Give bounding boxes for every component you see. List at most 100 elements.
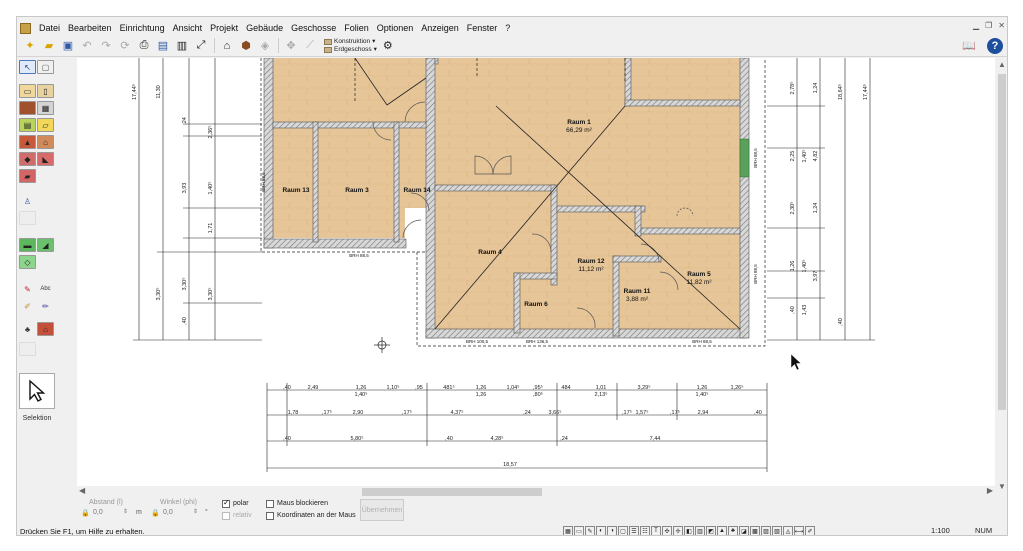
window-icon[interactable]: ▢ [618,526,628,535]
maus-blockieren-checkbox[interactable] [266,500,274,508]
horizontal-scrollbar[interactable]: ◀ ▶ [77,486,995,498]
snap-icon[interactable]: ✣ [662,526,672,535]
render-icon[interactable]: ◈ [256,37,274,54]
grid-icon[interactable]: ▦ [563,526,573,535]
koordinaten-checkbox[interactable] [266,512,274,520]
app-icon[interactable] [20,22,31,34]
undo-icon[interactable]: ↶ [78,37,96,54]
close-icon[interactable]: ✕ [998,21,1005,30]
horizontal-scroll-thumb[interactable] [362,488,542,496]
minimize-icon[interactable]: ▁ [973,21,979,30]
toggle-icon[interactable]: ◑ [607,526,617,535]
stairs-tool-icon[interactable]: ▤ [19,118,36,132]
chimney-tool-icon[interactable]: ▰ [19,169,36,183]
scroll-right-icon[interactable]: ▶ [987,486,993,495]
menu-projekt[interactable]: Projekt [206,23,242,33]
measure-icon[interactable]: ⟷ [794,526,804,535]
pen-tool-icon[interactable]: ✐ [19,299,36,313]
vertical-scroll-thumb[interactable] [998,74,1006,410]
door-tool-icon[interactable] [19,101,36,115]
select-arrow-icon[interactable]: ↖ [19,60,36,74]
roof-window-tool-icon[interactable]: ◆ [19,152,36,166]
terrain-tool-icon[interactable]: ▬ [19,238,36,252]
3d-view-icon[interactable]: ⬢ [237,37,255,54]
floor-combo[interactable]: Erdgeschoss ▾ [324,46,377,54]
plant-tool-icon[interactable]: ◇ [19,255,36,269]
repeat-icon[interactable]: ⟳ [116,37,134,54]
terrain-icon[interactable]: ◬ [783,526,793,535]
relativ-checkbox[interactable] [222,512,230,520]
scroll-left-icon[interactable]: ◀ [79,486,85,495]
move-icon[interactable]: ✥ [282,37,300,54]
menu-optionen[interactable]: Optionen [373,23,418,33]
help-icon[interactable]: ? [987,37,1003,54]
menu-einrichtung[interactable]: Einrichtung [116,23,169,33]
terrain-edit-tool-icon[interactable]: ◢ [37,238,54,252]
pencil-tool-icon[interactable]: ✏ [37,299,54,313]
disabled-tool-icon[interactable] [19,342,36,356]
menu-bearbeiten[interactable]: Bearbeiten [64,23,116,33]
open-folder-icon[interactable]: ▰ [40,37,58,54]
winkel-stepper[interactable]: ⇕ [193,508,198,515]
apply-button[interactable]: Übernehmen [360,499,404,521]
lock-icon[interactable]: 🔒 [81,509,90,517]
export-icon[interactable]: ▥ [173,37,191,54]
line-tool-icon[interactable]: ✎ [19,282,36,296]
pen-icon[interactable]: ✐ [805,526,815,535]
window-icon[interactable]: ▥ [695,526,705,535]
layers-icon[interactable]: ⌂ [218,37,236,54]
menu-anzeigen[interactable]: Anzeigen [417,23,463,33]
image-icon[interactable]: ▨ [761,526,771,535]
menu-help[interactable]: ? [501,23,514,33]
menu-ansicht[interactable]: Ansicht [169,23,207,33]
drawing-canvas[interactable]: Raum 1 66,29 m² Raum 13 Raum 3 Raum 14 R… [77,58,995,486]
slab-tool-icon[interactable]: ▱ [37,118,54,132]
winkel-input[interactable]: 0,0 [163,509,173,516]
door-icon[interactable]: ◧ [684,526,694,535]
scroll-up-icon[interactable]: ▲ [995,60,1007,69]
wall-3d-tool-icon[interactable]: ▯ [37,84,54,98]
zoom-fit-icon[interactable]: ⤢ [192,37,210,54]
select-box-icon[interactable]: ▢ [37,60,54,74]
stairs-icon[interactable]: ◩ [706,526,716,535]
object-tool-icon[interactable]: ♣ [19,322,36,336]
settings-tools-icon[interactable]: ⚙ [379,37,397,54]
menu-datei[interactable]: Datei [35,23,64,33]
redo-icon[interactable]: ↷ [97,37,115,54]
new-file-icon[interactable]: ✦ [21,37,39,54]
tree-icon[interactable]: ♣ [728,526,738,535]
menu-gebaeude[interactable]: Gebäude [242,23,287,33]
list-icon[interactable]: ☰ [629,526,639,535]
selection-preview[interactable] [19,373,55,409]
menu-geschosse[interactable]: Geschosse [287,23,340,33]
abstand-input[interactable]: 0,0 [93,509,103,516]
picture-icon[interactable]: ▧ [772,526,782,535]
person-tool-icon[interactable]: ♙ [19,194,36,208]
save-icon[interactable]: ▣ [59,37,77,54]
wall-tool-icon[interactable]: ▭ [19,84,36,98]
print-icon[interactable]: ⎙ [135,37,153,54]
vertical-scrollbar[interactable]: ▲ ▼ [995,58,1007,498]
menu-fenster[interactable]: Fenster [463,23,502,33]
restore-icon[interactable]: ❐ [985,21,992,30]
construction-combo[interactable]: Konstruktion ▾ [324,38,377,46]
disabled-tool-icon[interactable] [19,211,36,225]
list-icon[interactable]: ☷ [640,526,650,535]
polar-checkbox[interactable] [222,498,230,508]
abstand-stepper[interactable]: ⇕ [123,508,128,515]
roof-tool-icon[interactable]: ▲ [19,135,36,149]
pencil-icon[interactable]: ✎ [585,526,595,535]
window-tool-icon[interactable]: ▦ [37,101,54,115]
library-icon[interactable]: 📖 [960,37,978,54]
menu-folien[interactable]: Folien [340,23,373,33]
gable-tool-icon[interactable]: ◣ [37,152,54,166]
toggle-icon[interactable]: ◐ [596,526,606,535]
layer-bar-icon[interactable]: ▭ [574,526,584,535]
text-icon[interactable]: T [651,526,661,535]
roof-icon[interactable]: ▲ [717,526,727,535]
dormer-tool-icon[interactable]: ⌂ [37,135,54,149]
furniture-icon[interactable]: ◪ [739,526,749,535]
scroll-down-icon[interactable]: ▼ [995,482,1007,491]
measure-icon[interactable]: ⟋ [301,37,319,54]
print-preview-icon[interactable]: ▤ [154,37,172,54]
